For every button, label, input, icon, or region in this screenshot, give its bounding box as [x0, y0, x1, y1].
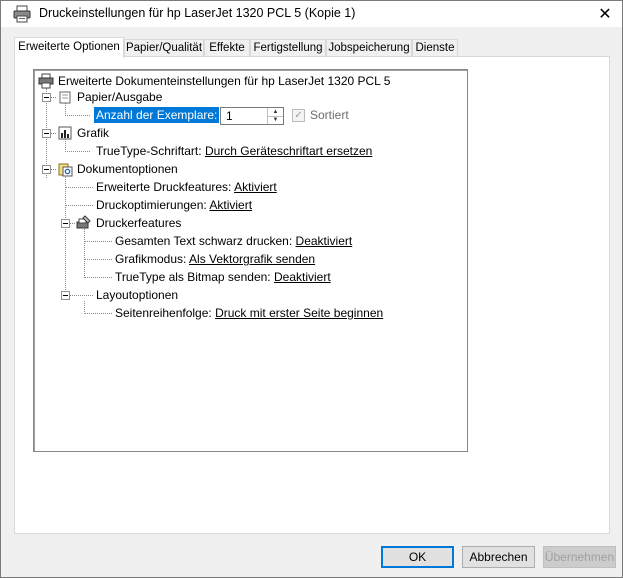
- tree-item-text-schwarz[interactable]: Gesamten Text schwarz drucken: Deaktivie…: [115, 233, 352, 249]
- tree-root-label[interactable]: Erweiterte Dokumenteinstellungen für hp …: [58, 73, 390, 89]
- tree-node-dokumentoptionen[interactable]: Dokumentoptionen: [77, 161, 178, 177]
- collapse-toggle[interactable]: [61, 291, 70, 300]
- collapse-toggle[interactable]: [42, 93, 51, 102]
- collapse-toggle[interactable]: [42, 129, 51, 138]
- print-preferences-dialog: Druckeinstellungen für hp LaserJet 1320 …: [0, 0, 623, 578]
- truetype-bitmap-value[interactable]: Deaktiviert: [274, 270, 331, 284]
- truetype-value[interactable]: Durch Geräteschriftart ersetzen: [205, 144, 372, 158]
- seitenreihenfolge-value[interactable]: Druck mit erster Seite beginnen: [215, 306, 383, 320]
- tab-dienste[interactable]: Dienste: [412, 39, 458, 56]
- tree-node-grafik[interactable]: Grafik: [77, 125, 109, 141]
- tree-node-druckerfeatures[interactable]: Druckerfeatures: [96, 215, 181, 231]
- truetype-bitmap-label: TrueType als Bitmap senden:: [115, 270, 271, 284]
- seitenreihenfolge-label: Seitenreihenfolge:: [115, 306, 212, 320]
- tree-item-druckoptimierungen[interactable]: Druckoptimierungen: Aktiviert: [96, 197, 252, 213]
- tree-node-layoutoptionen[interactable]: Layoutoptionen: [96, 287, 178, 303]
- tree-item-seitenreihenfolge[interactable]: Seitenreihenfolge: Druck mit erster Seit…: [115, 305, 383, 321]
- grafikmodus-value[interactable]: Als Vektorgrafik senden: [189, 252, 315, 266]
- collate-checkbox[interactable]: ✓: [292, 109, 305, 122]
- document-options-icon: [58, 163, 73, 177]
- erweiterte-druckfeatures-value[interactable]: Aktiviert: [234, 180, 277, 194]
- settings-tree[interactable]: Erweiterte Dokumenteinstellungen für hp …: [33, 69, 468, 452]
- printer-features-icon: [76, 215, 91, 229]
- tab-erweiterte-optionen[interactable]: Erweiterte Optionen: [14, 37, 124, 58]
- chart-icon: [58, 126, 72, 140]
- collapse-toggle[interactable]: [42, 165, 51, 174]
- truetype-label: TrueType-Schriftart:: [96, 144, 202, 158]
- tree-item-truetype-schriftart[interactable]: TrueType-Schriftart: Durch Geräteschrift…: [96, 143, 372, 159]
- tree-item-truetype-bitmap[interactable]: TrueType als Bitmap senden: Deaktiviert: [115, 269, 331, 285]
- tree-line: [65, 187, 93, 188]
- paper-icon: [59, 91, 71, 104]
- spin-buttons: ▲ ▼: [267, 108, 283, 124]
- tab-fertigstellung[interactable]: Fertigstellung: [250, 39, 326, 56]
- ok-button[interactable]: OK: [381, 546, 454, 568]
- title-bar: Druckeinstellungen für hp LaserJet 1320 …: [1, 1, 622, 27]
- druckoptimierungen-value[interactable]: Aktiviert: [209, 198, 252, 212]
- tree-line: [84, 241, 112, 242]
- copies-stepper[interactable]: 1 ▲ ▼: [220, 107, 284, 125]
- tree-line: [84, 313, 112, 314]
- tree-item-grafikmodus[interactable]: Grafikmodus: Als Vektorgrafik senden: [115, 251, 315, 267]
- window-title: Druckeinstellungen für hp LaserJet 1320 …: [39, 6, 356, 20]
- druckoptimierungen-label: Druckoptimierungen:: [96, 198, 207, 212]
- collapse-toggle[interactable]: [61, 219, 70, 228]
- tab-panel: Erweiterte Dokumenteinstellungen für hp …: [14, 56, 610, 534]
- text-schwarz-value[interactable]: Deaktiviert: [296, 234, 353, 248]
- tab-effekte[interactable]: Effekte: [204, 39, 250, 56]
- text-schwarz-label: Gesamten Text schwarz drucken:: [115, 234, 293, 248]
- copies-label[interactable]: Anzahl der Exemplare:: [94, 107, 220, 123]
- tree-line: [84, 229, 85, 278]
- tree-line: [84, 277, 112, 278]
- collate-label: Sortiert: [310, 108, 349, 122]
- cancel-button[interactable]: Abbrechen: [462, 546, 535, 568]
- printer-icon: [13, 5, 31, 23]
- tab-jobspeicherung[interactable]: Jobspeicherung: [326, 39, 412, 56]
- copies-value: 1: [226, 109, 233, 123]
- spin-down-icon[interactable]: ▼: [268, 116, 283, 124]
- tree-node-papier-ausgabe[interactable]: Papier/Ausgabe: [77, 89, 162, 105]
- tree-line: [65, 175, 66, 296]
- close-icon: ✕: [598, 6, 612, 23]
- close-button[interactable]: ✕: [588, 1, 622, 27]
- printer-icon: [38, 73, 54, 89]
- tree-line: [65, 205, 93, 206]
- apply-button[interactable]: Übernehmen: [543, 546, 616, 568]
- tree-item-erweiterte-druckfeatures[interactable]: Erweiterte Druckfeatures: Aktiviert: [96, 179, 277, 195]
- tree-line: [65, 151, 90, 152]
- tab-papier-qualitaet[interactable]: Papier/Qualität: [124, 39, 204, 56]
- tree-line: [84, 259, 112, 260]
- tree-line: [65, 115, 90, 116]
- erweiterte-druckfeatures-label: Erweiterte Druckfeatures:: [96, 180, 232, 194]
- grafikmodus-label: Grafikmodus:: [115, 252, 187, 266]
